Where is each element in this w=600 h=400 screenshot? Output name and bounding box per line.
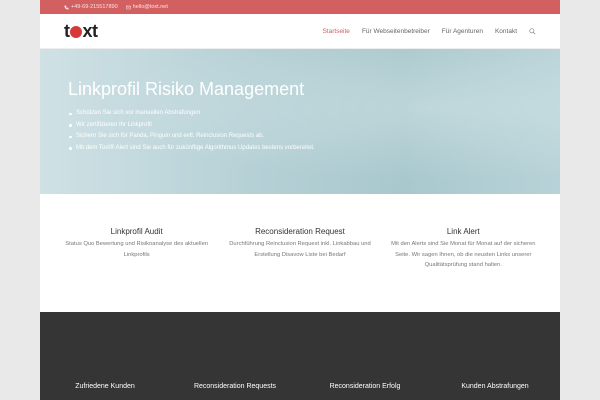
service-title[interactable]: Reconsideration Request	[226, 227, 373, 236]
service-reconsideration-request: Reconsideration Request Durchführung Rei…	[218, 227, 381, 312]
hero-bullet: Mit dem Toxt® Alert sind Sie auch für zu…	[68, 143, 532, 155]
search-icon[interactable]	[529, 27, 536, 35]
email-address: hello@toxt.net	[132, 4, 168, 10]
service-description: Durchführung Reinclusion Request inkl. L…	[229, 241, 371, 258]
hero-bullet-list: Schützen Sie sich vor manuellen Abstrafu…	[68, 108, 532, 154]
stats-section: Zufriedene Kunden Reconsideration Reques…	[40, 312, 560, 400]
service-link-alert: Link Alert Mit den Alerts sind Sie Monat…	[382, 227, 545, 312]
top-bar: +49-69-215517890 hello@toxt.net	[40, 0, 560, 14]
phone-contact[interactable]: +49-69-215517890	[64, 4, 118, 10]
stat-reconsideration-requests: Reconsideration Requests	[193, 383, 277, 390]
service-description: Status Quo Bewertung und Risikoanalyse d…	[65, 241, 209, 258]
service-title[interactable]: Linkprofil Audit	[63, 227, 210, 236]
nav-item-webseitenbetreiber[interactable]: Für Webseitenbetreiber	[362, 28, 430, 35]
site-header: t xt Startseite Für Webseitenbetreiber Fü…	[40, 14, 560, 49]
email-contact[interactable]: hello@toxt.net	[125, 4, 168, 10]
site-frame: +49-69-215517890 hello@toxt.net t xt Star…	[40, 0, 560, 400]
phone-number: +49-69-215517890	[71, 4, 118, 10]
nav-item-kontakt[interactable]: Kontakt	[495, 28, 517, 35]
logo-text-suffix: xt	[82, 20, 99, 41]
phone-icon	[64, 5, 69, 9]
nav-item-agenturen[interactable]: Für Agenturen	[442, 28, 483, 35]
logo-dot-icon	[70, 26, 82, 38]
stat-zufriedene-kunden: Zufriedene Kunden	[75, 383, 135, 390]
logo-text-prefix: t	[64, 20, 70, 41]
stat-reconsideration-erfolg: Reconsideration Erfolg	[329, 383, 401, 390]
main-nav: Startseite Für Webseitenbetreiber Für Ag…	[322, 28, 536, 35]
service-linkprofil-audit: Linkprofil Audit Status Quo Bewertung un…	[55, 227, 218, 312]
nav-item-startseite[interactable]: Startseite	[322, 28, 349, 35]
mail-icon	[125, 5, 131, 9]
hero-bullet: Sichern Sie sich für Panda, Pinguin und …	[68, 131, 532, 143]
hero-banner: Linkprofil Risiko Management Schützen Si…	[40, 49, 560, 194]
hero-bullet: Schützen Sie sich vor manuellen Abstrafu…	[68, 108, 532, 120]
service-description: Mit den Alerts sind Sie Monat für Monat …	[391, 241, 536, 268]
toxt-logo[interactable]: t xt	[64, 21, 98, 42]
stat-kunden-abstrafungen: Kunden Abstrafungen	[461, 383, 529, 390]
page: +49-69-215517890 hello@toxt.net t xt Star…	[0, 0, 600, 400]
services-section: Linkprofil Audit Status Quo Bewertung un…	[40, 194, 560, 312]
hero-title: Linkprofil Risiko Management	[68, 79, 305, 99]
hero-bullet: Wir zertifizieren Ihr Linkprofil	[68, 120, 532, 132]
service-title[interactable]: Link Alert	[390, 227, 537, 236]
